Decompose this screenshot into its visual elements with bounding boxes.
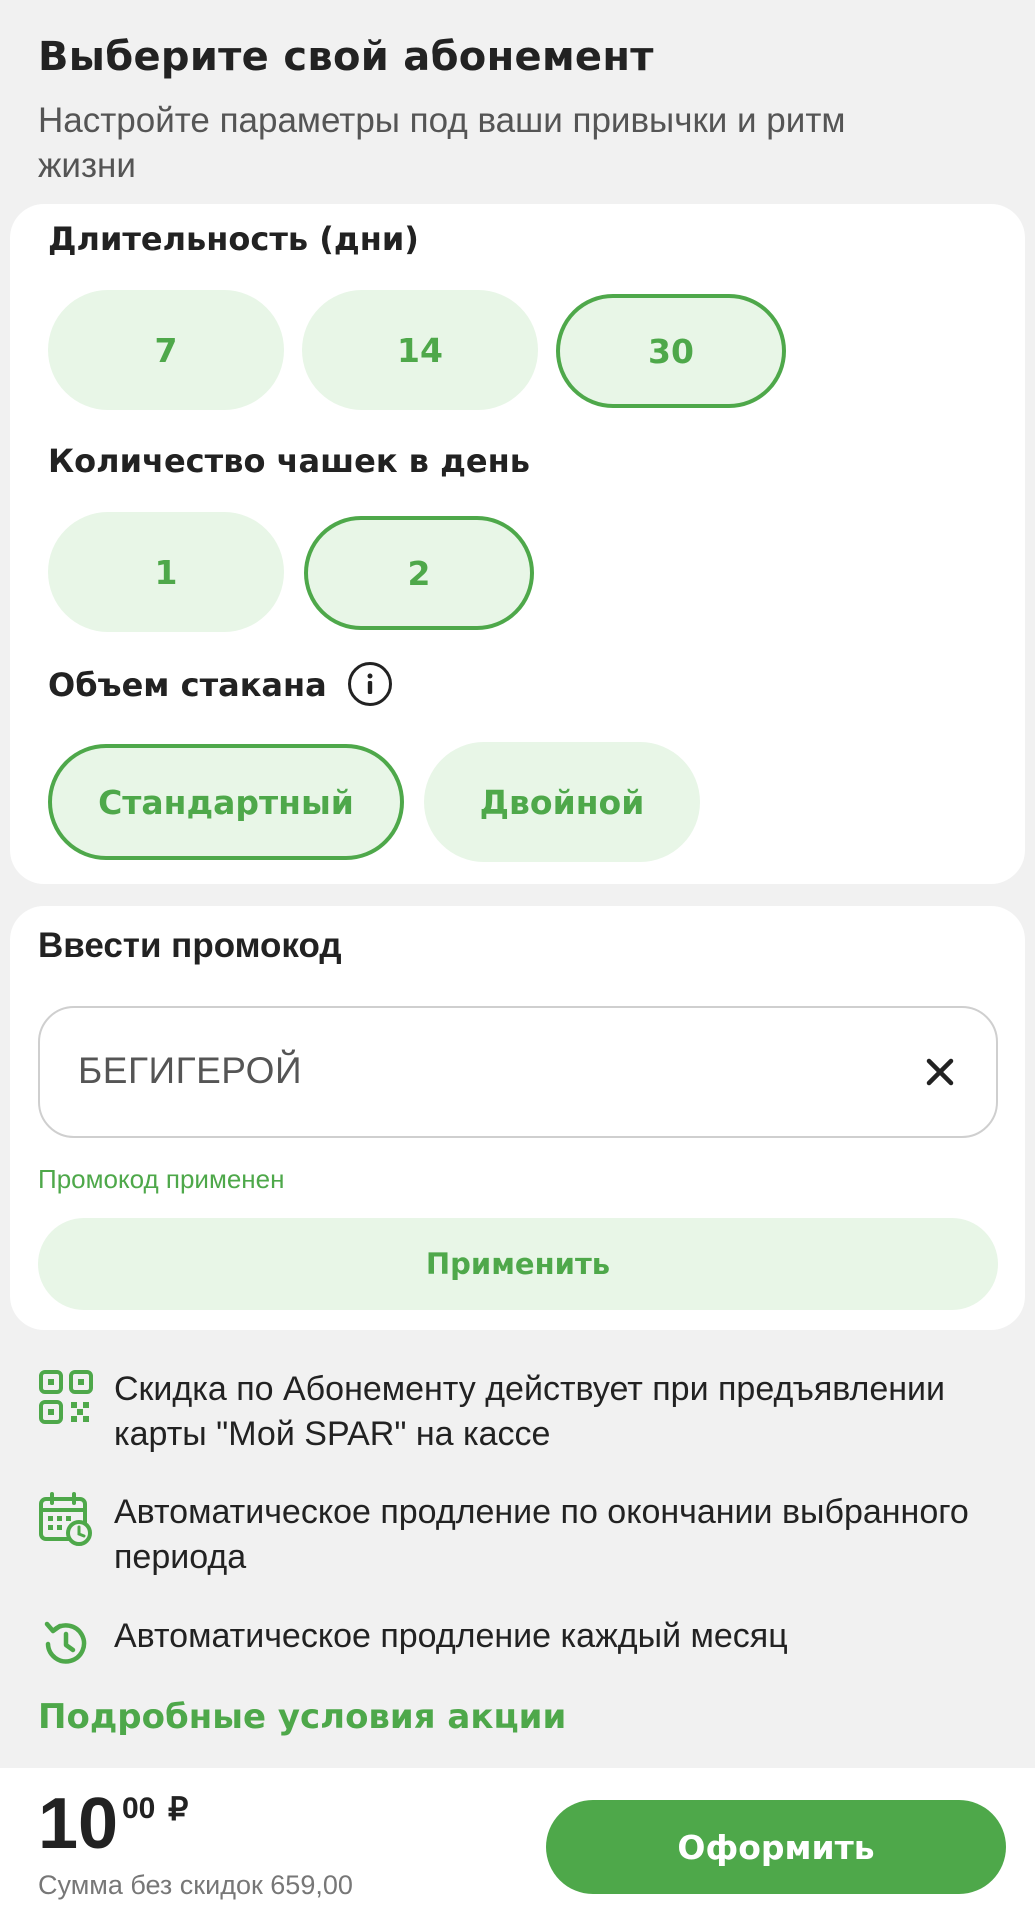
cups-option-1[interactable]: 1 xyxy=(48,512,284,632)
benefit-text: Скидка по Абонементу действует при предъ… xyxy=(114,1370,946,1453)
duration-option-30[interactable]: 30 xyxy=(556,294,786,408)
cups-option-2[interactable]: 2 xyxy=(304,516,534,630)
info-glyph-icon xyxy=(367,673,373,694)
subscription-page: Выберите свой абонемент Настройте параме… xyxy=(0,0,1035,1920)
benefit-text: Автоматическое продление каждый месяц xyxy=(114,1617,788,1655)
volume-option-standard[interactable]: Стандартный xyxy=(48,744,404,860)
promo-title: Ввести промокод xyxy=(38,926,342,965)
history-icon xyxy=(44,1621,87,1664)
qr-code-icon xyxy=(39,1370,93,1424)
benefit-item: Автоматическое продление каждый месяц xyxy=(38,1614,1008,1664)
promo-status-text: Промокод применен xyxy=(38,1164,285,1194)
page-title: Выберите свой абонемент xyxy=(38,34,654,80)
price-currency: ₽ xyxy=(168,1791,189,1827)
close-icon[interactable] xyxy=(920,1052,960,1092)
cups-label: Количество чашек в день xyxy=(48,442,530,480)
duration-option-14[interactable]: 14 xyxy=(302,290,538,410)
promo-card: Ввести промокод БЕГИГЕРОЙ Промокод приме… xyxy=(10,906,1025,1330)
terms-link[interactable]: Подробные условия акции xyxy=(38,1697,566,1737)
price-amount: 10 xyxy=(38,1784,119,1864)
promo-code-input[interactable]: БЕГИГЕРОЙ xyxy=(38,1006,998,1138)
apply-promo-button[interactable]: Применить xyxy=(38,1218,998,1310)
order-button[interactable]: Оформить xyxy=(546,1800,1006,1894)
options-card: Длительность (дни) 7 14 30 Количество ча… xyxy=(10,204,1025,884)
info-icon[interactable] xyxy=(348,662,392,706)
duration-option-7[interactable]: 7 xyxy=(48,290,284,410)
benefit-item: Автоматическое продление по окончании вы… xyxy=(38,1490,1008,1582)
benefit-item: Скидка по Абонементу действует при предъ… xyxy=(38,1367,1008,1459)
benefit-text: Автоматическое продление по окончании вы… xyxy=(114,1493,969,1576)
price-fraction: 00 xyxy=(122,1792,156,1825)
volume-option-double[interactable]: Двойной xyxy=(424,742,700,862)
calendar-clock-icon xyxy=(39,1492,92,1546)
promo-code-value: БЕГИГЕРОЙ xyxy=(78,1050,303,1091)
price-without-discount: Сумма без скидок 659,00 xyxy=(38,1870,353,1900)
duration-label: Длительность (дни) xyxy=(48,220,419,258)
checkout-footer: 10 00 ₽ Сумма без скидок 659,00 Оформить xyxy=(0,1768,1035,1920)
volume-label: Объем стакана xyxy=(48,666,327,704)
page-subtitle: Настройте параметры под ваши привычки и … xyxy=(38,101,846,185)
